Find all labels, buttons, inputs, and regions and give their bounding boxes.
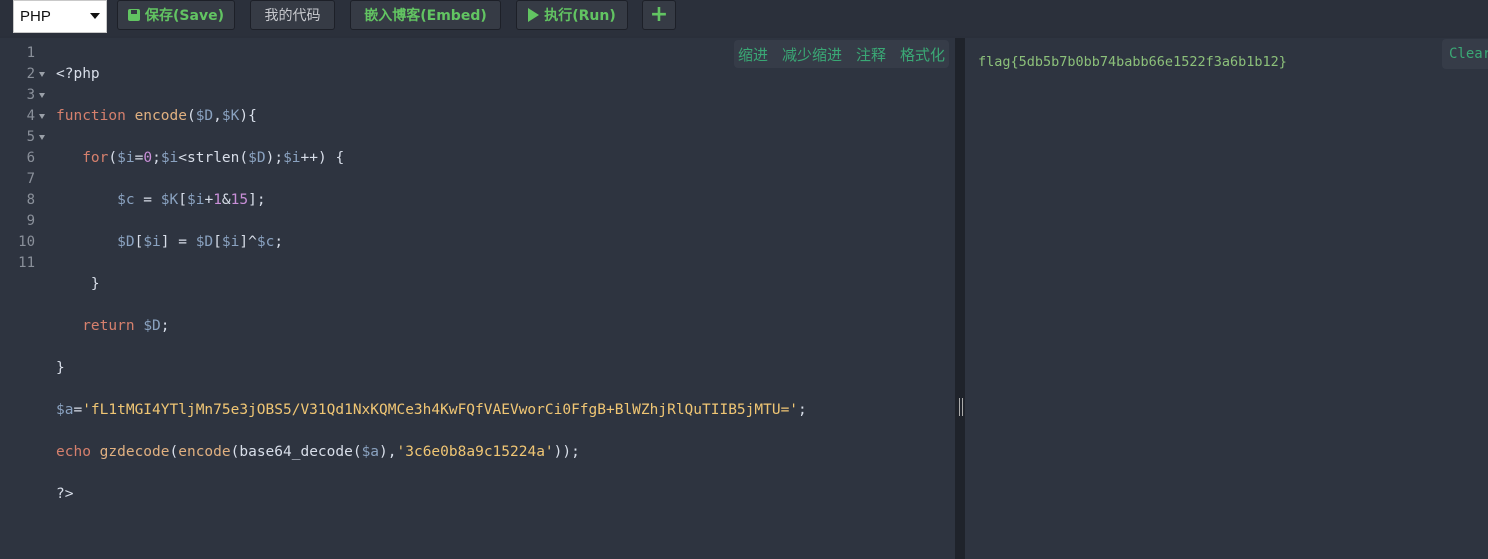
code-line: $c = $K[$i+1&15]; [117,192,266,208]
language-select-value: PHP [20,8,51,25]
code-line: for($i=0;$i<strlen($D);$i++) { [82,150,345,166]
plus-icon: + [649,2,669,27]
output-text: flag{5db5b7b0bb74babb66e1522f3a6b1b12} [978,54,1287,70]
play-icon [528,8,540,22]
my-code-button-label: 我的代码 [264,8,321,24]
run-button-label: 执行(Run) [544,8,616,24]
drag-handle-icon[interactable] [959,398,963,416]
code-line: ?> [56,486,74,502]
code-line: $a='fL1tMGI4YTljMn75e3jOBS5/V31Qd1NxKQMC… [56,402,807,418]
format-button[interactable]: 格式化 [900,44,945,65]
line-number: 2 [26,66,35,82]
fold-toggle-icon[interactable] [39,135,45,140]
run-button[interactable]: 执行(Run) [516,0,628,30]
save-icon [128,9,141,21]
fold-toggle-icon[interactable] [39,72,45,77]
line-number: 11 [18,255,35,271]
fold-toggle-icon[interactable] [39,93,45,98]
line-number: 6 [26,150,35,166]
chevron-down-icon [90,13,100,19]
line-number: 10 [18,234,35,250]
line-number: 9 [26,213,35,229]
toolbar: PHP 保存(Save) 我的代码 嵌入博客(Embed) 执行(Run) + [0,0,1488,36]
line-number: 4 [26,108,35,124]
line-number: 3 [26,87,35,103]
line-number: 5 [26,129,35,145]
line-number: 1 [26,45,35,61]
comment-button[interactable]: 注释 [856,44,886,65]
line-number: 8 [26,192,35,208]
code-line: <?php [56,66,100,82]
output-panel: flag{5db5b7b0bb74babb66e1522f3a6b1b12} C… [965,38,1488,559]
embed-button[interactable]: 嵌入博客(Embed) [350,0,501,30]
pane-splitter[interactable] [955,38,965,559]
save-button-label: 保存(Save) [145,8,224,24]
editor-tools: 缩进 减少缩进 注释 格式化 [733,40,949,68]
fold-toggle-icon[interactable] [39,114,45,119]
language-select[interactable]: PHP [13,0,107,33]
code-line: return $D; [82,318,170,334]
line-number: 7 [26,171,35,187]
embed-button-label: 嵌入博客(Embed) [364,8,487,24]
code-line: } [56,360,65,376]
code-line: $D[$i] = $D[$i]^$c; [117,234,284,250]
code-line: function encode($D,$K){ [56,108,257,124]
outdent-button[interactable]: 减少缩进 [782,44,842,65]
code-line: echo gzdecode(encode(base64_decode($a),'… [56,444,580,460]
line-gutter: 1 2 3 4 5 6 7 8 9 10 11 [0,38,50,559]
code-editor[interactable]: 1 2 3 4 5 6 7 8 9 10 11 <?php function e… [0,38,955,559]
code-line: } [90,276,100,292]
add-button[interactable]: + [642,0,676,30]
my-code-button[interactable]: 我的代码 [250,0,335,30]
app-root: PHP 保存(Save) 我的代码 嵌入博客(Embed) 执行(Run) + … [0,0,1488,559]
code-content[interactable]: <?php function encode($D,$K){ for($i=0;$… [56,43,807,547]
save-button[interactable]: 保存(Save) [117,0,235,30]
indent-button[interactable]: 缩进 [738,44,768,65]
clear-button[interactable]: Clear [1442,39,1488,69]
